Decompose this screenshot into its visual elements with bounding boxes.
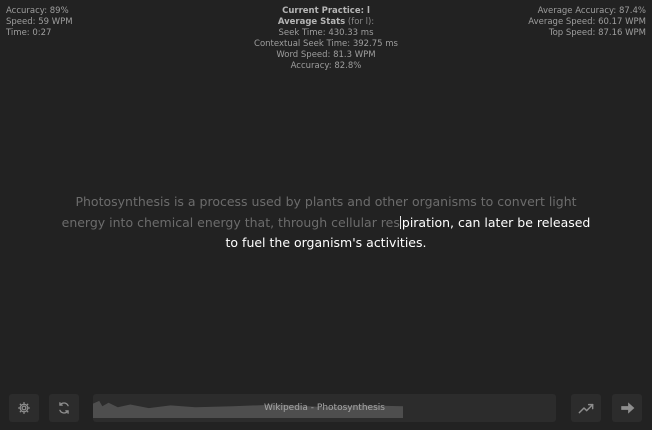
stats-button[interactable]	[571, 394, 601, 422]
average-stats-qualifier: (for l):	[345, 17, 375, 27]
refresh-icon	[57, 401, 71, 415]
word-speed: Word Speed: 81.3 WPM	[276, 50, 376, 60]
source-progress-bar[interactable]: Wikipedia - Photosynthesis	[93, 394, 556, 422]
average-stats-title: Average Stats	[277, 17, 346, 27]
average-speed: Average Speed: 60.17 WPM	[528, 17, 646, 27]
average-accuracy: Average Accuracy: 87.4%	[537, 6, 646, 16]
restart-button[interactable]	[49, 394, 79, 422]
settings-button[interactable]	[9, 394, 39, 422]
typing-passage[interactable]: Photosynthesis is a process used by plan…	[60, 192, 592, 254]
gear-icon	[17, 401, 31, 415]
contextual-seek-time: Contextual Seek Time: 392.75 ms	[254, 39, 398, 49]
arrow-right-icon	[620, 401, 635, 415]
typing-app: Accuracy: 89% Speed: 59 WPM Time: 0:27 C…	[0, 0, 652, 430]
practice-accuracy: Accuracy: 82.8%	[290, 61, 362, 71]
top-speed: Top Speed: 87.16 WPM	[548, 28, 646, 38]
source-label: Wikipedia - Photosynthesis	[264, 403, 385, 413]
chart-line-icon	[578, 401, 594, 415]
next-button[interactable]	[612, 394, 642, 422]
overall-stats: Average Accuracy: 87.4% Average Speed: 6…	[528, 6, 646, 39]
